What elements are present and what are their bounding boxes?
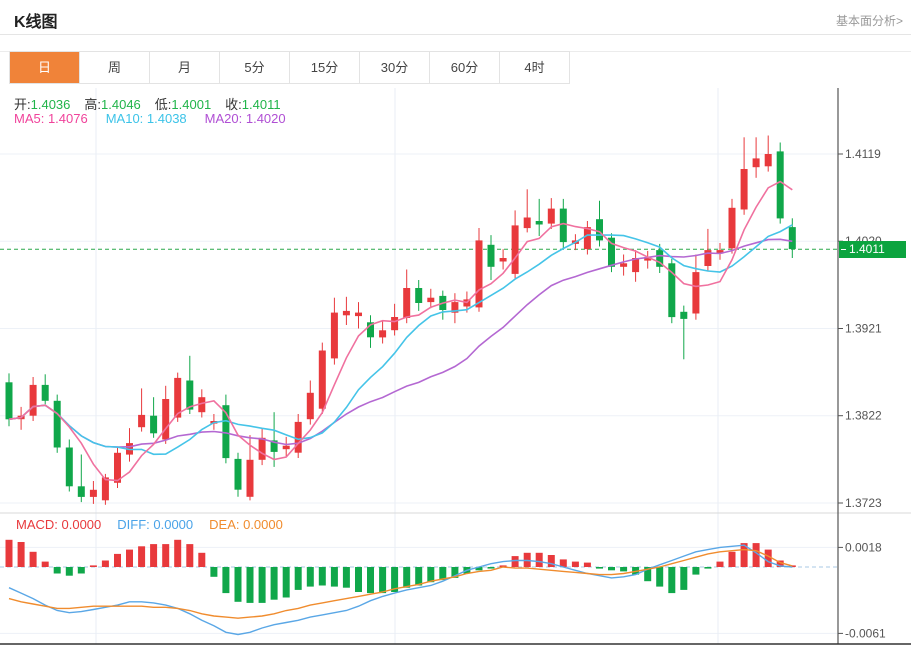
close-value: 1.4011 <box>241 97 281 112</box>
ma20-value: MA20: 1.4020 <box>204 111 286 126</box>
open-label: 开: <box>14 97 31 112</box>
period-tabbar: 日周月 5分 15分 30分 60分 4时 <box>9 51 570 84</box>
period-tab-4时[interactable]: 4时 <box>500 52 569 83</box>
period-tab-60分[interactable]: 60分 <box>430 52 500 83</box>
period-tab-月[interactable]: 月 <box>150 52 220 83</box>
high-label: 高: <box>84 97 102 112</box>
diff-value: DIFF: 0.0000 <box>117 517 194 532</box>
period-tab-30分[interactable]: 30分 <box>360 52 430 83</box>
ma5-value: MA5: 1.4076 <box>14 111 88 126</box>
last-price-badge: 1.4011 <box>839 241 906 258</box>
svg-text:1.3723: 1.3723 <box>845 496 882 510</box>
period-tab-15分[interactable]: 15分 <box>290 52 360 83</box>
macd-legend-row: MACD: 0.0000 DIFF: 0.0000 DEA: 0.0000 <box>16 517 283 532</box>
svg-text:1.4119: 1.4119 <box>845 147 881 161</box>
low-label: 低: <box>154 97 172 112</box>
dea-value: DEA: 0.0000 <box>209 517 283 532</box>
svg-text:0.0018: 0.0018 <box>845 540 882 554</box>
macd-value: MACD: 0.0000 <box>16 517 102 532</box>
ma10-value: MA10: 1.4038 <box>105 111 187 126</box>
close-label: 收: <box>225 97 242 112</box>
open-value: 1.4036 <box>30 97 71 112</box>
svg-text:1.3822: 1.3822 <box>845 409 882 423</box>
kline-widget: K线图 基本面分析> 日周月5分15分30分60分4时 1.41191.4020… <box>0 0 911 649</box>
ma-info-row: MA5: 1.4076 MA10: 1.4038 MA20: 1.4020 <box>14 111 286 126</box>
low-value: 1.4001 <box>171 97 212 112</box>
svg-text:1.3921: 1.3921 <box>845 322 882 336</box>
svg-text:-0.0061: -0.0061 <box>845 626 886 640</box>
high-value: 1.4046 <box>101 97 141 112</box>
period-tab-周[interactable]: 周 <box>80 52 150 83</box>
period-tab-日[interactable]: 日 <box>10 52 80 83</box>
period-tab-5分[interactable]: 5分 <box>220 52 290 83</box>
